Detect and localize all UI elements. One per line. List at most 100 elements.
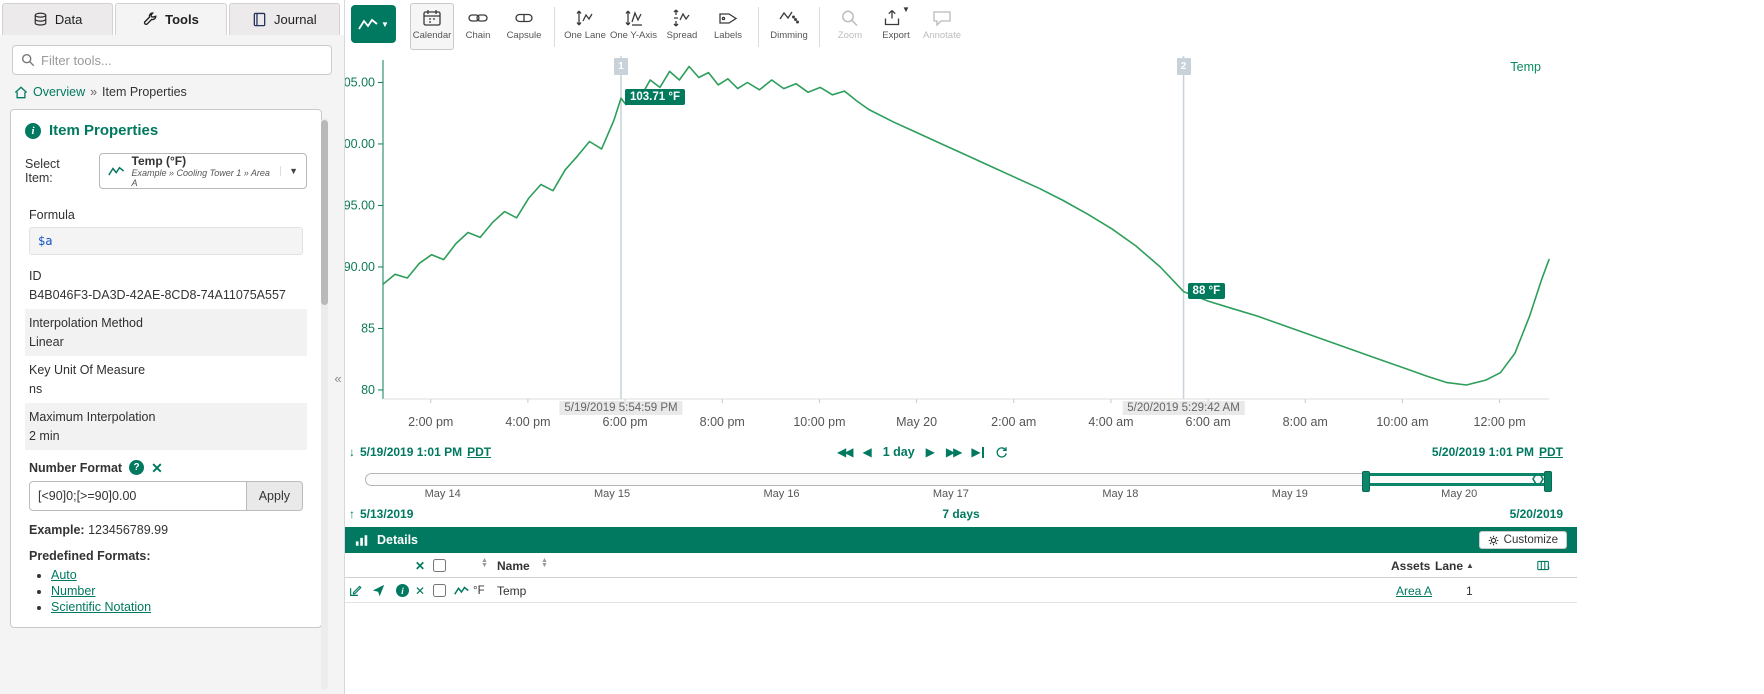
arrow-down-icon: ↓ <box>349 445 355 459</box>
tab-journal-label: Journal <box>274 12 317 27</box>
format-scientific-link[interactable]: Scientific Notation <box>51 600 151 614</box>
breadcrumb-current: Item Properties <box>102 85 187 99</box>
help-icon[interactable]: ? <box>129 460 144 475</box>
edit-icon[interactable] <box>349 578 362 603</box>
timeline-selection[interactable] <box>1364 473 1550 486</box>
send-icon[interactable] <box>372 578 385 603</box>
calendar-icon <box>422 9 442 27</box>
sidebar-tabbar: Data Tools Journal <box>0 0 344 35</box>
unit-value: ns <box>29 382 303 396</box>
step-back-fast-button[interactable]: ◀◀ <box>837 445 851 459</box>
annotate-label: Annotate <box>923 30 961 41</box>
format-auto-link[interactable]: Auto <box>51 568 77 582</box>
timeline-track[interactable] <box>365 473 1551 486</box>
timezone-link[interactable]: PDT <box>1539 445 1563 459</box>
max-interpolation-section: Maximum Interpolation 2 min <box>25 403 307 450</box>
step-forward-button[interactable]: ▶ <box>926 445 935 459</box>
x-tick-label: 6:00 am <box>1186 415 1231 429</box>
timeline-summary-row: ↑ 5/13/2019 7 days 5/20/2019 <box>345 503 1577 527</box>
filter-tools-row <box>0 35 344 81</box>
home-icon[interactable] <box>14 86 28 99</box>
item-properties-panel: i Item Properties Select Item: Temp (°F)… <box>10 109 322 628</box>
name-column-header[interactable]: Name <box>497 553 530 578</box>
number-format-input[interactable] <box>29 481 247 511</box>
breadcrumb-separator: » <box>90 85 97 99</box>
remove-all-icon[interactable]: ✕ <box>415 553 425 578</box>
details-title: Details <box>377 533 418 547</box>
x-tick-label: May 20 <box>896 415 937 429</box>
info-icon: i <box>25 123 41 139</box>
calendar-button[interactable]: Calendar <box>410 3 454 50</box>
id-label: ID <box>29 269 303 283</box>
export-button[interactable]: ▼ Export <box>874 3 918 50</box>
details-row-temp[interactable]: i ✕ °F Temp Area A 1 <box>345 578 1577 603</box>
step-back-button[interactable]: ◀ <box>862 445 871 459</box>
journal-icon <box>252 12 267 27</box>
step-size-label[interactable]: 1 day <box>883 445 915 459</box>
step-forward-fast-button[interactable]: ▶▶ <box>946 445 960 459</box>
formula-value[interactable]: $a <box>29 227 303 255</box>
one-y-axis-button[interactable]: One Y-Axis <box>609 3 658 50</box>
item-select-dropdown[interactable]: Temp (°F) Example » Cooling Tower 1 » Ar… <box>99 153 307 189</box>
zoom-icon <box>840 9 860 27</box>
gear-icon <box>1488 535 1499 546</box>
info-icon[interactable]: i <box>396 584 409 597</box>
chart-canvas[interactable]: 105.00100.0095.0090.0085802:00 pm4:00 pm… <box>345 54 1577 439</box>
scrollbar-thumb[interactable] <box>321 120 328 305</box>
labels-button[interactable]: Labels <box>706 3 750 50</box>
cursor-flag-1[interactable]: 1 <box>614 58 628 75</box>
timeline-start: ↑ 5/13/2019 <box>349 507 413 521</box>
toolbar: ▼ Calendar Chain Capsule One Lane O <box>345 0 1577 54</box>
tab-journal[interactable]: Journal <box>229 3 340 35</box>
tab-tools[interactable]: Tools <box>115 3 226 35</box>
cursor-value-badge-2: 88 °F <box>1188 283 1226 299</box>
example-row: Example: 123456789.99 <box>25 519 307 541</box>
interpolation-label: Interpolation Method <box>29 316 303 330</box>
breadcrumb-overview-link[interactable]: Overview <box>33 85 85 99</box>
wrench-icon <box>143 12 158 27</box>
format-list-item: Auto <box>51 567 307 583</box>
formula-label: Formula <box>29 208 303 222</box>
x-tick-label: 12:00 pm <box>1474 415 1526 429</box>
row-name: Temp <box>497 578 526 603</box>
panel-title-row: i Item Properties <box>25 122 307 149</box>
predefined-formats-list: Auto Number Scientific Notation <box>51 567 307 615</box>
refresh-button[interactable] <box>995 446 1008 459</box>
timeline-duration[interactable]: 7 days <box>942 507 979 521</box>
customize-button[interactable]: Customize <box>1479 531 1567 549</box>
select-all-checkbox[interactable] <box>433 559 446 572</box>
apply-button[interactable]: Apply <box>247 481 303 511</box>
chain-label: Chain <box>466 30 491 41</box>
select-all-checkbox-cell <box>433 553 446 578</box>
filter-tools-input[interactable] <box>41 53 323 68</box>
remove-icon[interactable]: ✕ <box>415 578 425 603</box>
step-to-end-button[interactable]: ▶ <box>971 445 983 459</box>
formula-section: Formula $a <box>25 201 307 262</box>
chain-button[interactable]: Chain <box>456 3 500 50</box>
cursor-flag-2[interactable]: 2 <box>1177 58 1191 75</box>
capsule-button[interactable]: Capsule <box>502 3 546 50</box>
clear-format-icon[interactable]: ✕ <box>151 461 163 475</box>
details-chart-icon <box>355 534 369 547</box>
sidebar-collapse-handle[interactable]: « <box>332 365 344 391</box>
id-section: ID B4B046F3-DA3D-42AE-8CD8-74A11075A557 <box>25 262 307 309</box>
tab-data[interactable]: Data <box>2 3 113 35</box>
assets-column-header[interactable]: Assets <box>1391 553 1430 578</box>
one-lane-button[interactable]: One Lane <box>563 3 607 50</box>
timezone-link[interactable]: PDT <box>467 445 491 459</box>
format-number-link[interactable]: Number <box>51 584 95 598</box>
row-checkbox[interactable] <box>433 584 446 597</box>
spread-button[interactable]: Spread <box>660 3 704 50</box>
y-tick-label: 105.00 <box>345 75 375 89</box>
columns-icon[interactable] <box>1537 553 1550 578</box>
lane-column-header[interactable]: Lane▲ <box>1435 553 1474 578</box>
legend-temp[interactable]: Temp <box>1510 60 1541 74</box>
dimming-button[interactable]: Dimming <box>767 3 811 50</box>
trend-chart[interactable]: 105.00100.0095.0090.0085802:00 pm4:00 pm… <box>345 54 1577 439</box>
range-start: ↓ 5/19/2019 1:01 PM PDT <box>349 445 491 459</box>
main-area: ▼ Calendar Chain Capsule One Lane O <box>345 0 1577 694</box>
asset-link[interactable]: Area A <box>1396 584 1432 598</box>
view-mode-dropdown[interactable]: ▼ <box>351 5 396 43</box>
sidebar-scrollbar[interactable] <box>321 118 328 690</box>
select-item-label: Select Item: <box>25 157 89 185</box>
